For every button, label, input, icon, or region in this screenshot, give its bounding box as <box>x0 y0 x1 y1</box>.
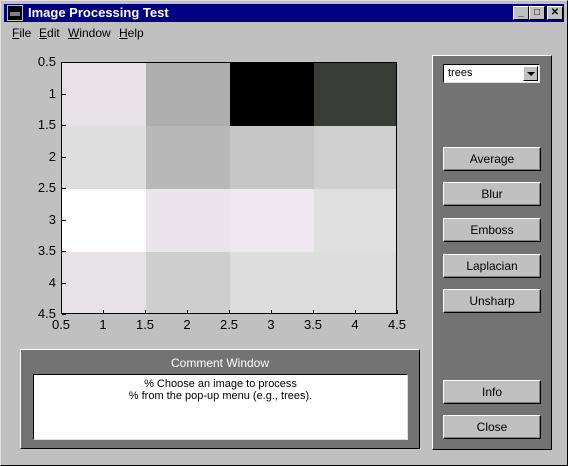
x-tick <box>355 310 356 314</box>
y-tick-label: 4.5 <box>37 306 56 321</box>
window-title: Image Processing Test <box>28 5 169 20</box>
y-tick <box>62 125 66 126</box>
y-tick-label: 1 <box>48 85 56 101</box>
y-tick-label: 3 <box>48 211 56 227</box>
y-tick <box>62 93 66 95</box>
emboss-button[interactable]: Emboss <box>443 218 541 242</box>
blur-button[interactable]: Blur <box>443 182 541 206</box>
close-window-button[interactable]: ✕ <box>547 6 563 20</box>
minimize-button[interactable]: _ <box>513 6 529 20</box>
info-button[interactable]: Info <box>443 380 541 404</box>
matlab-figure-icon[interactable] <box>7 5 23 21</box>
y-tick-label: 0.5 <box>37 54 56 69</box>
axes-frame <box>61 62 397 314</box>
dropdown-arrow-icon[interactable] <box>523 66 538 81</box>
y-tick-label: 2.5 <box>37 180 56 195</box>
menu-window[interactable]: Window <box>68 26 111 40</box>
menu-edit[interactable]: Edit <box>39 26 60 40</box>
unsharp-button[interactable]: Unsharp <box>443 289 541 313</box>
y-tick <box>62 219 66 221</box>
y-tick <box>62 314 66 315</box>
average-button[interactable]: Average <box>443 147 541 171</box>
comment-line: % from the pop-up menu (e.g., trees). <box>128 390 313 402</box>
x-tick-label: 1 <box>99 317 107 332</box>
image-select-popup[interactable]: trees <box>443 64 540 83</box>
y-tick <box>62 188 66 189</box>
comment-text-box[interactable]: % Choose an image to process % from the … <box>33 374 408 440</box>
y-tick <box>62 62 66 63</box>
maximize-button[interactable]: □ <box>529 6 545 20</box>
comment-window-title: Comment Window <box>170 356 270 370</box>
comment-window-frame: Comment Window % Choose an image to proc… <box>20 349 420 449</box>
x-tick-label: 1.5 <box>135 317 155 332</box>
comment-line: % Choose an image to process <box>144 378 297 390</box>
menu-file[interactable]: File <box>12 26 31 40</box>
x-tick-label: 2 <box>183 317 191 332</box>
y-tick-label: 2 <box>48 148 56 164</box>
x-tick <box>271 310 272 314</box>
y-tick <box>62 251 66 252</box>
y-tick <box>62 282 66 284</box>
x-tick <box>187 310 188 314</box>
x-tick-label: 4 <box>351 317 359 332</box>
x-tick <box>397 310 398 314</box>
close-button[interactable]: Close <box>443 415 541 439</box>
x-tick-label: 4.5 <box>387 317 407 332</box>
x-tick-label: 3 <box>267 317 275 332</box>
y-tick-label: 1.5 <box>37 117 56 132</box>
x-tick <box>103 310 104 314</box>
x-tick-label: 3.5 <box>303 317 323 332</box>
y-tick-label: 3.5 <box>37 243 56 258</box>
y-tick-label: 4 <box>48 274 56 290</box>
image-select-value: trees <box>448 67 473 79</box>
x-tick <box>229 310 230 314</box>
menu-bar: File Edit Window Help <box>4 23 564 43</box>
x-tick-label: 2.5 <box>219 317 239 332</box>
y-tick <box>62 156 66 158</box>
title-bar[interactable]: Image Processing Test _ □ ✕ <box>4 4 564 22</box>
x-tick <box>145 310 146 314</box>
menu-help[interactable]: Help <box>119 26 144 40</box>
laplacian-button[interactable]: Laplacian <box>443 254 541 278</box>
x-tick <box>313 310 314 314</box>
